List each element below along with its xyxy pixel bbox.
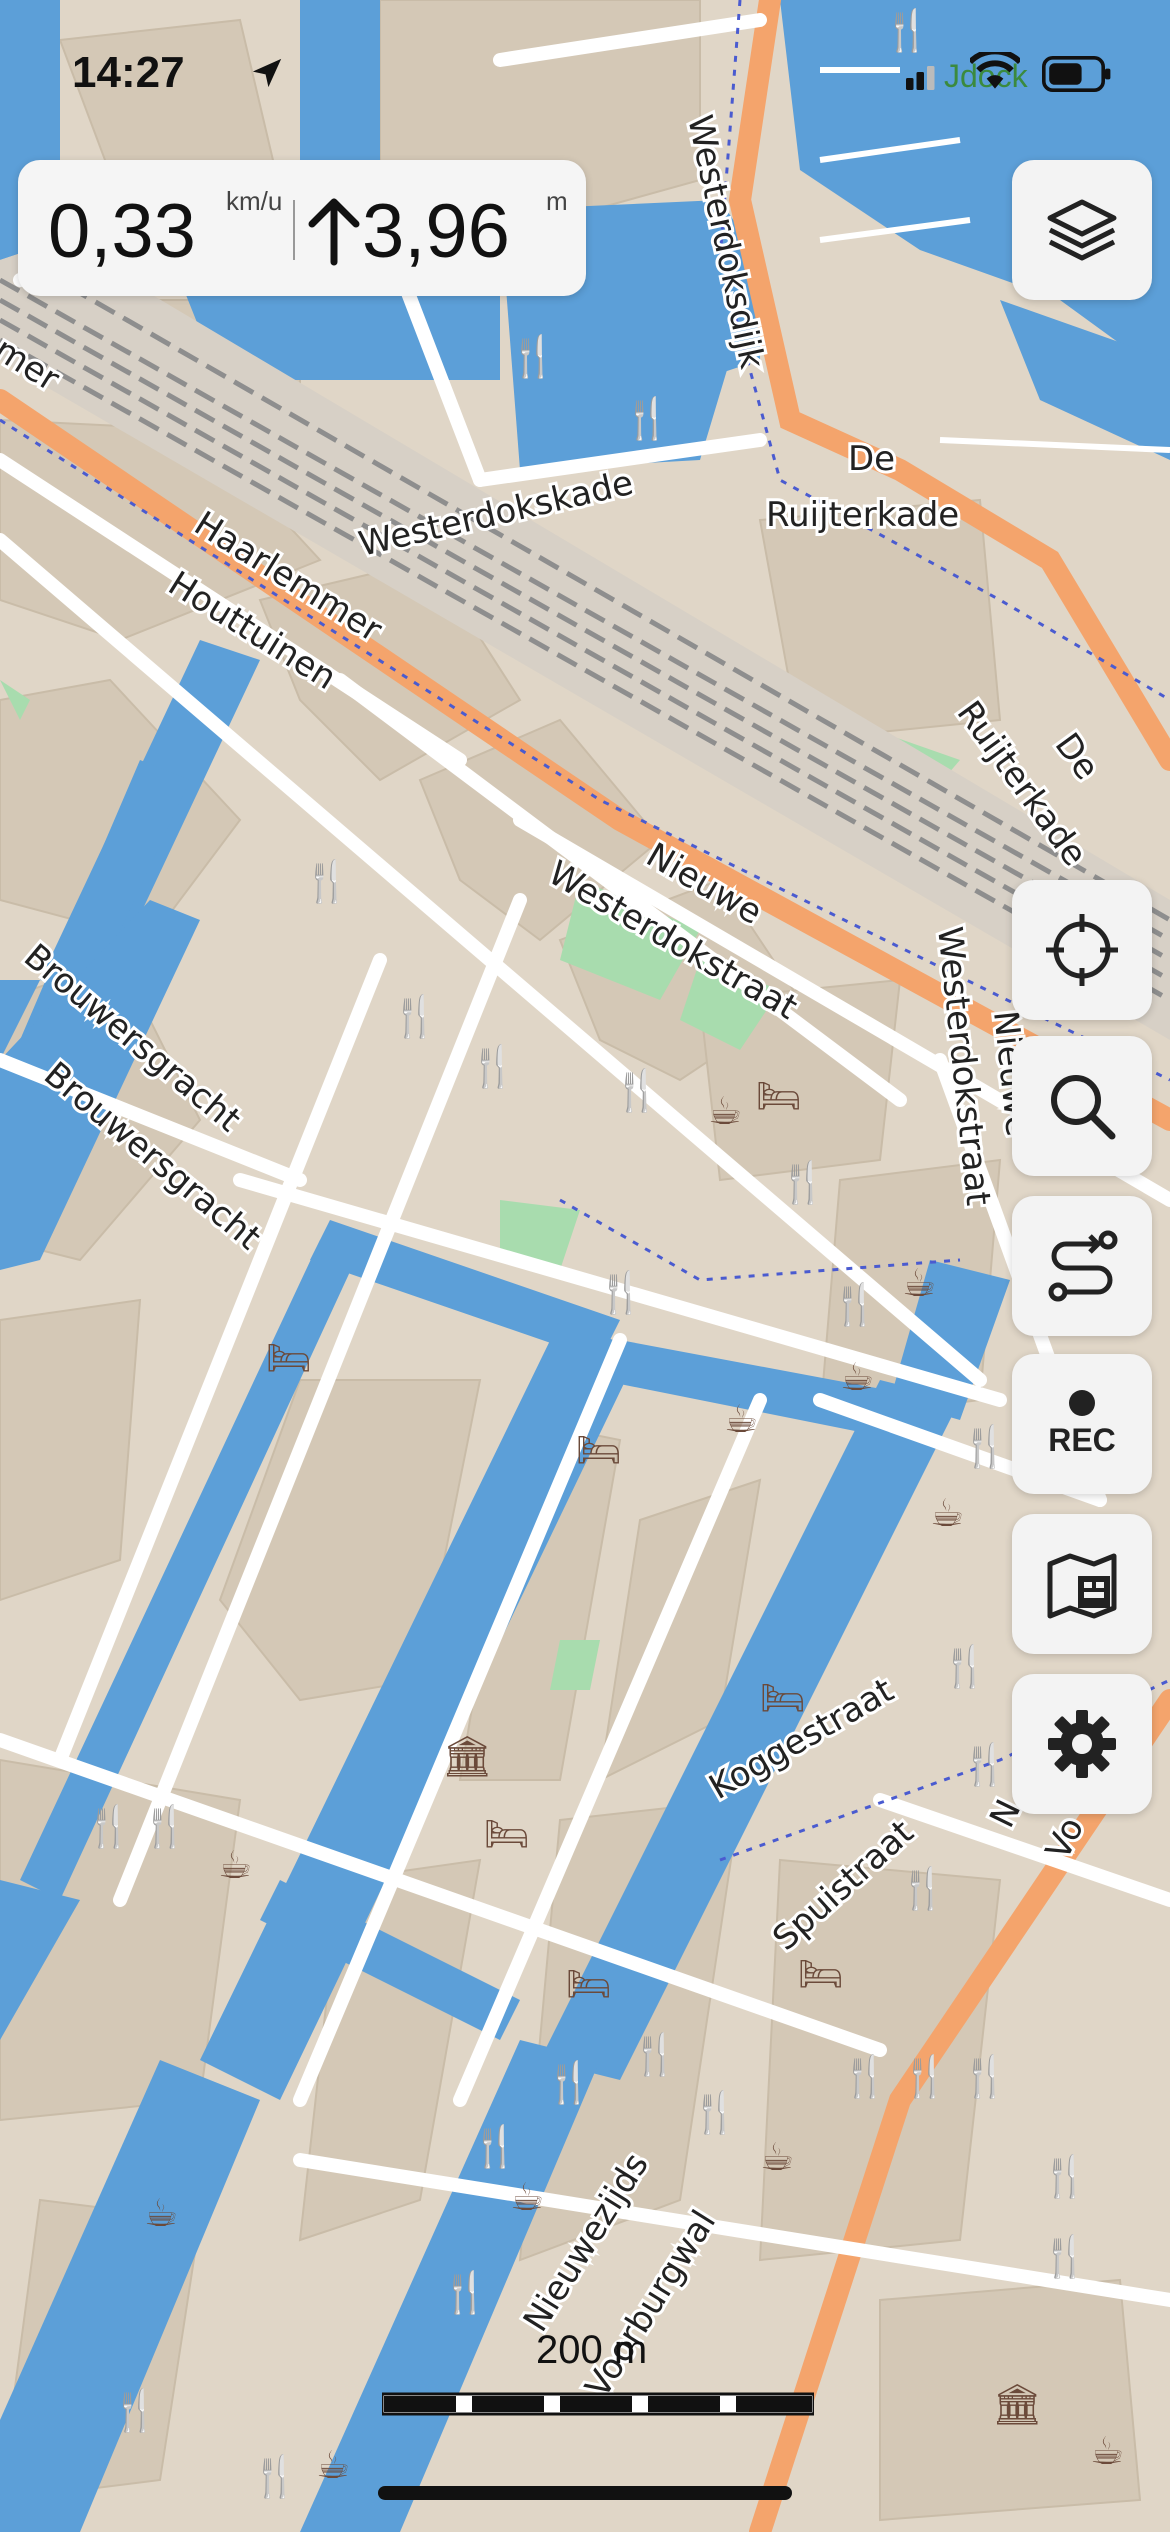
svg-text:🍴: 🍴 — [250, 2453, 300, 2500]
crosshair-icon — [1046, 914, 1118, 986]
svg-text:☕: ☕ — [218, 1843, 252, 1887]
svg-text:🍴: 🍴 — [840, 2053, 890, 2100]
search-button[interactable] — [1012, 1036, 1152, 1176]
svg-text:🍴: 🍴 — [690, 2089, 740, 2136]
svg-text:🍴: 🍴 — [84, 1803, 134, 1850]
locate-button[interactable] — [1012, 880, 1152, 1020]
svg-text:☕: ☕ — [840, 1355, 874, 1399]
settings-button[interactable] — [1012, 1674, 1152, 1814]
wifi-icon — [970, 52, 1020, 89]
svg-text:🍴: 🍴 — [960, 1423, 1010, 1470]
route-button[interactable] — [1012, 1196, 1152, 1336]
svg-text:🛏: 🛏 — [576, 1430, 622, 1471]
route-icon — [1048, 1230, 1118, 1302]
svg-text:🍴: 🍴 — [778, 1159, 828, 1206]
layers-button[interactable] — [1012, 160, 1152, 300]
svg-text:🍴: 🍴 — [390, 993, 440, 1040]
signal-icon — [906, 66, 935, 90]
svg-text:🍴: 🍴 — [302, 858, 352, 905]
scale-label: 200 m — [536, 2328, 648, 2372]
svg-text:🍴: 🍴 — [470, 2123, 520, 2170]
svg-text:🍴: 🍴 — [960, 1741, 1010, 1788]
location-arrow-icon — [252, 58, 282, 88]
svg-text:☕: ☕ — [724, 1397, 758, 1441]
svg-text:☕: ☕ — [316, 2443, 350, 2487]
svg-text:🍴: 🍴 — [960, 2053, 1010, 2100]
home-indicator[interactable] — [378, 2486, 792, 2500]
arrow-up-icon — [308, 198, 360, 266]
label-de-1: De — [848, 439, 895, 479]
speed-unit: km/u — [226, 186, 283, 216]
status-bar: 14:27 Jdock — [0, 0, 1170, 150]
svg-text:🛏: 🛏 — [798, 1954, 844, 1995]
svg-text:☕: ☕ — [930, 1491, 964, 1535]
svg-text:🍴: 🍴 — [440, 2269, 490, 2316]
svg-text:🍴: 🍴 — [468, 1043, 518, 1090]
ascent-unit: m — [546, 186, 568, 216]
svg-text:🛏: 🛏 — [484, 1814, 530, 1855]
svg-text:🍴: 🍴 — [900, 2053, 950, 2100]
svg-text:🍴: 🍴 — [508, 333, 558, 380]
gear-icon — [1048, 1710, 1116, 1778]
search-icon — [1051, 1075, 1116, 1140]
svg-text:☕: ☕ — [760, 2135, 794, 2179]
svg-text:🍴: 🍴 — [940, 1643, 990, 1690]
record-dot-icon — [1069, 1389, 1095, 1416]
record-button[interactable]: REC — [1012, 1354, 1152, 1494]
record-inner: REC — [1048, 1389, 1116, 1459]
battery-icon — [1042, 56, 1111, 92]
svg-text:🍴: 🍴 — [830, 1281, 880, 1328]
svg-text:🍴: 🍴 — [544, 2059, 594, 2106]
svg-text:🍴: 🍴 — [898, 1865, 948, 1912]
svg-text:☕: ☕ — [510, 2175, 544, 2219]
svg-text:🍴: 🍴 — [630, 2031, 680, 2078]
svg-text:🍴: 🍴 — [110, 2387, 160, 2434]
svg-text:🛏: 🛏 — [760, 1678, 806, 1719]
svg-text:🍴: 🍴 — [1040, 2233, 1090, 2280]
ascent-value: 3,96 — [362, 189, 510, 274]
speed-ascent-panel: 0,33 km/u 3,96 m — [18, 160, 586, 296]
status-time: 14:27 — [72, 48, 185, 97]
svg-text:🛏: 🛏 — [566, 1964, 612, 2005]
svg-text:🏛: 🏛 — [442, 1734, 493, 1780]
svg-text:🍴: 🍴 — [622, 395, 672, 442]
svg-text:☕: ☕ — [1090, 2429, 1124, 2473]
svg-text:☕: ☕ — [144, 2191, 178, 2235]
speed-value: 0,33 — [48, 189, 196, 274]
svg-text:🍴: 🍴 — [140, 1803, 190, 1850]
svg-text:☕: ☕ — [708, 1089, 742, 1133]
map-sources-button[interactable] — [1012, 1514, 1152, 1654]
map-canvas[interactable]: 🍴 🍴 🍴 🍴 🍴 🍴 🍴 🍴 🍴 🍴 🍴 🍴 🍴 🍴 🍴 🍴 🍴 🍴 🍴 🍴 … — [0, 0, 1170, 2532]
svg-text:🍴: 🍴 — [596, 1269, 646, 1316]
scale-bar — [382, 2392, 814, 2416]
svg-text:☕: ☕ — [902, 1261, 936, 1305]
map-card-icon — [1047, 1553, 1117, 1619]
record-label: REC — [1048, 1421, 1116, 1458]
svg-text:🏛: 🏛 — [992, 2382, 1043, 2428]
panel-divider — [293, 200, 295, 260]
svg-text:🍴: 🍴 — [1040, 2153, 1090, 2200]
svg-text:🍴: 🍴 — [612, 1067, 662, 1114]
label-ruijterkade-1: Ruijterkade — [766, 495, 959, 535]
layers-icon — [1047, 199, 1117, 261]
svg-text:🛏: 🛏 — [756, 1076, 802, 1117]
svg-text:🛏: 🛏 — [266, 1338, 312, 1379]
